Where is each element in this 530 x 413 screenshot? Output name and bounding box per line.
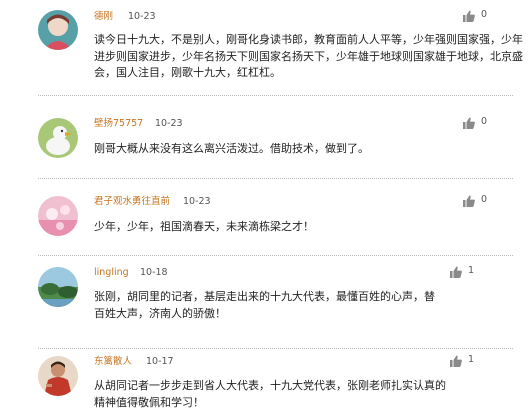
comment-date: 10-23 [155, 118, 183, 129]
comment-item: 壁扬75757 10-23 0 刚哥大概从来没有这么离兴活泼过。借助技术，做到了… [0, 95, 530, 179]
like-count: 1 [468, 265, 475, 276]
user-avatar[interactable] [38, 10, 78, 50]
like-button[interactable]: 1 [450, 265, 494, 281]
like-button[interactable]: 1 [450, 354, 494, 370]
comment-item: 东篱散人 10-17 1 从胡同记者一步步走到省人大代表，十九大党代表，张刚老师… [0, 348, 530, 413]
comment-date: 10-23 [128, 11, 156, 22]
comment-item: 君子观水勇往直前 10-23 0 少年，少年，祖国滴春天，未来滴栋梁之才！ [0, 178, 530, 256]
comment-text: 从胡同记者一步步走到省人大代表，十九大党代表，张刚老师扎实认真的精神值得敬佩和学… [94, 379, 446, 409]
comment-date: 10-23 [183, 196, 211, 207]
comment-username[interactable]: lingling [94, 267, 129, 279]
comment-date: 10-18 [140, 267, 168, 278]
comment-date: 10-17 [146, 356, 174, 367]
comment-text: 张刚，胡同里的记者，基层走出来的十九大代表，最懂百姓的心声，替百姓大声，济南人的… [94, 290, 435, 320]
thumbs-up-icon [450, 266, 462, 278]
comment-item: lingling 10-18 1 张刚，胡同里的记者，基层走出来的十九大代表，最… [0, 255, 530, 349]
like-count: 0 [481, 116, 488, 127]
comment-item: 德刚 10-23 0 读今日十九大，不是别人，刚哥化身读书郎，教育面前人人平等，… [0, 0, 530, 96]
comment-username[interactable]: 君子观水勇往直前 [94, 196, 170, 208]
comment-list: 德刚 10-23 0 读今日十九大，不是别人，刚哥化身读书郎，教育面前人人平等，… [0, 0, 530, 413]
like-button[interactable]: 0 [463, 194, 507, 210]
thumbs-up-icon [463, 10, 475, 22]
comment-text: 少年，少年，祖国滴春天，未来滴栋梁之才！ [94, 220, 314, 233]
user-avatar[interactable] [38, 196, 78, 236]
thumbs-up-icon [463, 195, 475, 207]
like-count: 0 [481, 194, 488, 205]
user-avatar[interactable] [38, 118, 78, 158]
comment-username[interactable]: 东篱散人 [94, 356, 132, 368]
like-count: 0 [481, 9, 488, 20]
thumbs-up-icon [450, 355, 462, 367]
like-button[interactable]: 0 [463, 9, 507, 25]
user-avatar[interactable] [38, 267, 78, 307]
comment-text: 读今日十九大，不是别人，刚哥化身读书郎，教育面前人人平等，少年强则国家强，少年进… [94, 33, 523, 79]
thumbs-up-icon [463, 117, 475, 129]
comment-username[interactable]: 壁扬75757 [94, 118, 143, 130]
comment-username[interactable]: 德刚 [94, 11, 113, 23]
like-count: 1 [468, 354, 475, 365]
like-button[interactable]: 0 [463, 116, 507, 132]
user-avatar[interactable] [38, 356, 78, 396]
comment-text: 刚哥大概从来没有这么离兴活泼过。借助技术，做到了。 [94, 142, 369, 155]
